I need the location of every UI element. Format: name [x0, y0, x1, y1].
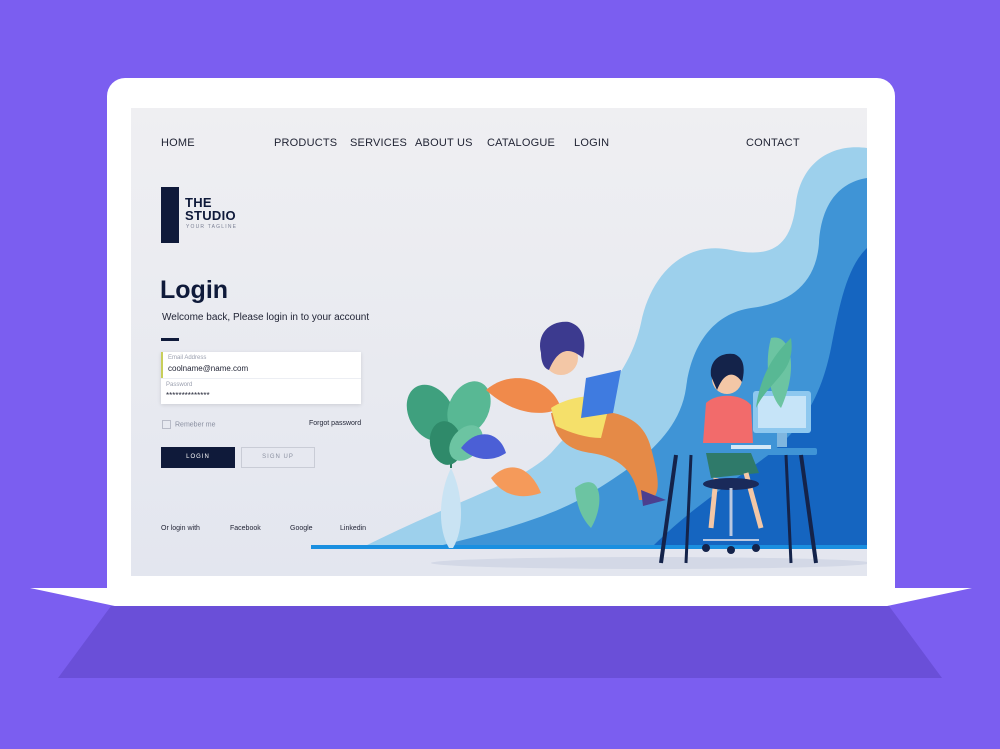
- social-login-prompt: Or login with: [161, 525, 200, 532]
- laptop-screen: HOME PRODUCTS SERVICES ABOUT US CATALOGU…: [131, 108, 867, 576]
- logo: THE STUDIO: [185, 196, 236, 222]
- password-field-group: Password: [161, 378, 361, 405]
- email-label: Email Address: [168, 355, 207, 361]
- title-underline: [161, 338, 179, 341]
- sign-up-button[interactable]: SIGN UP: [241, 447, 315, 468]
- login-button[interactable]: LOGIN: [161, 447, 235, 468]
- remember-me-label: Remeber me: [175, 421, 216, 429]
- nav-about[interactable]: ABOUT US: [415, 137, 473, 149]
- password-label: Password: [166, 382, 193, 388]
- floor-line: [311, 545, 867, 549]
- nav-home[interactable]: HOME: [161, 137, 195, 149]
- page-subtitle: Welcome back, Please login in to your ac…: [162, 312, 370, 323]
- linkedin-login-link[interactable]: Linkedin: [340, 525, 366, 532]
- nav-products[interactable]: PRODUCTS: [274, 137, 337, 149]
- remember-me[interactable]: Remeber me: [162, 420, 215, 429]
- facebook-login-link[interactable]: Facebook: [230, 525, 261, 532]
- logo-mark: [161, 187, 179, 243]
- floor-shadow: [431, 557, 867, 569]
- nav-services[interactable]: SERVICES: [350, 137, 407, 149]
- email-field[interactable]: [168, 364, 348, 373]
- nav-login[interactable]: LOGIN: [574, 137, 609, 149]
- google-login-link[interactable]: Google: [290, 525, 313, 532]
- laptop-shadow: [58, 606, 942, 678]
- forgot-password-link[interactable]: Forgot password: [309, 420, 361, 427]
- password-field[interactable]: [166, 391, 346, 400]
- login-form: Email Address Password: [161, 352, 361, 404]
- email-field-group: Email Address: [161, 352, 363, 378]
- nav-catalogue[interactable]: CATALOGUE: [487, 137, 555, 149]
- remember-me-checkbox[interactable]: [162, 420, 171, 429]
- nav-contact[interactable]: CONTACT: [746, 137, 800, 149]
- laptop-base: [30, 588, 972, 606]
- logo-tagline: YOUR TAGLINE: [186, 224, 238, 230]
- hero-illustration: [311, 147, 867, 569]
- page-title: Login: [160, 276, 229, 304]
- logo-line-2: STUDIO: [185, 208, 236, 223]
